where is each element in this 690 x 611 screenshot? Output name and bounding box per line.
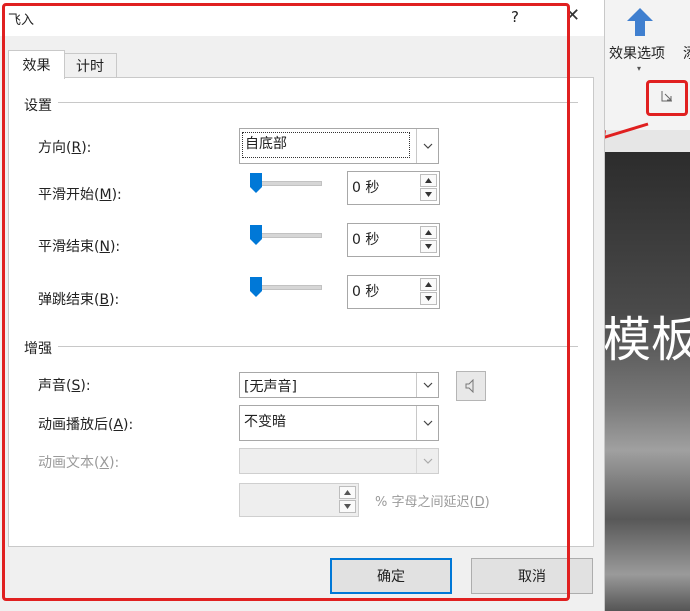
slide-text: 模板 — [603, 312, 690, 368]
bounce-end-value: 0 秒 — [352, 284, 380, 300]
chevron-down-icon[interactable] — [416, 449, 438, 473]
sound-value: [无声音] — [244, 379, 297, 395]
settings-divider — [58, 102, 578, 103]
smooth-end-label: 平滑结束(N): — [38, 239, 121, 255]
after-animation-select[interactable]: 不变暗 — [239, 405, 439, 441]
effect-options-label: 效果选项 — [609, 46, 665, 62]
smooth-end-spinbox[interactable]: 0 秒 — [347, 223, 440, 257]
chevron-down-icon[interactable] — [416, 406, 438, 440]
close-icon[interactable]: ✕ — [565, 5, 580, 26]
spin-down-icon[interactable] — [420, 240, 437, 253]
tab-effect[interactable]: 效果 — [8, 50, 65, 79]
sound-select[interactable]: [无声音] — [239, 372, 439, 398]
after-animation-label: 动画播放后(A): — [38, 417, 134, 433]
fly-in-dialog: 飞入 ? ✕ 效果 计时 设置 方向(R): 自底部 平滑开始(M): 0 秒 … — [0, 0, 605, 611]
spin-down-icon[interactable] — [420, 292, 437, 305]
direction-label: 方向(R): — [38, 140, 92, 156]
animate-text-select[interactable] — [239, 448, 439, 474]
speaker-icon — [465, 379, 474, 393]
chevron-down-icon[interactable] — [416, 373, 438, 397]
slide-thumbnail: 模板 — [603, 152, 690, 611]
letter-delay-label: % 字母之间延迟(D) — [375, 495, 490, 510]
help-button[interactable]: ? — [511, 8, 519, 26]
letter-delay-spinbox[interactable] — [239, 483, 359, 517]
animate-text-label: 动画文本(X): — [38, 455, 120, 471]
smooth-end-value: 0 秒 — [352, 232, 380, 248]
spin-up-icon[interactable] — [420, 226, 437, 239]
bounce-end-slider-thumb[interactable] — [250, 277, 262, 297]
smooth-start-value: 0 秒 — [352, 180, 380, 196]
smooth-start-label: 平滑开始(M): — [38, 187, 122, 203]
smooth-end-slider-thumb[interactable] — [250, 225, 262, 245]
spin-up-icon[interactable] — [420, 278, 437, 291]
direction-value: 自底部 — [242, 132, 410, 158]
cancel-button[interactable]: 取消 — [471, 558, 593, 594]
title-bar: 飞入 ? ✕ — [0, 0, 604, 36]
after-animation-value: 不变暗 — [244, 414, 286, 430]
effect-options-button[interactable]: 效果选项 ▾ — [605, 0, 675, 78]
settings-section-title: 设置 — [24, 98, 52, 114]
enhance-divider — [58, 346, 578, 347]
bounce-end-label: 弹跳结束(B): — [38, 292, 120, 308]
partial-ribbon-label: 添 — [683, 43, 690, 63]
spin-up-icon[interactable] — [339, 486, 356, 499]
chevron-down-icon[interactable] — [416, 129, 438, 163]
spin-up-icon[interactable] — [420, 174, 437, 187]
chevron-down-icon: ▾ — [637, 64, 642, 73]
highlight-box-launcher — [646, 80, 688, 116]
spin-down-icon[interactable] — [420, 188, 437, 201]
up-arrow-icon — [627, 8, 653, 36]
tab-timing[interactable]: 计时 — [63, 53, 117, 78]
speaker-button[interactable] — [456, 371, 486, 401]
enhance-section-title: 增强 — [24, 341, 52, 357]
direction-select[interactable]: 自底部 — [239, 128, 439, 164]
dialog-title: 飞入 — [8, 13, 35, 28]
smooth-start-slider-thumb[interactable] — [250, 173, 262, 193]
bounce-end-spinbox[interactable]: 0 秒 — [347, 275, 440, 309]
ok-button[interactable]: 确定 — [330, 558, 452, 594]
smooth-start-spinbox[interactable]: 0 秒 — [347, 171, 440, 205]
sound-label: 声音(S): — [38, 378, 91, 394]
spin-down-icon[interactable] — [339, 500, 356, 513]
